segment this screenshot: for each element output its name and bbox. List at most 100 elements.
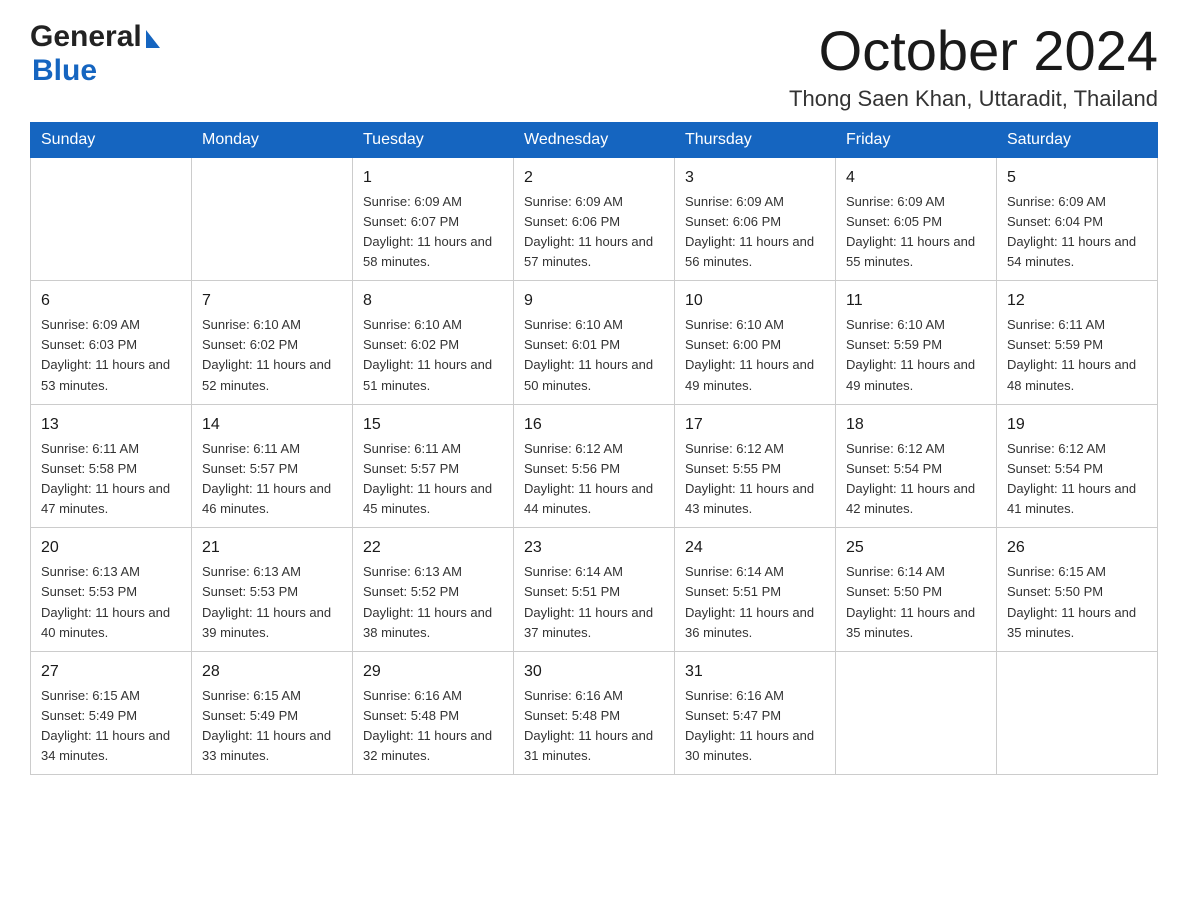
calendar-cell: 18Sunrise: 6:12 AMSunset: 5:54 PMDayligh…	[836, 404, 997, 528]
calendar-week-4: 20Sunrise: 6:13 AMSunset: 5:53 PMDayligh…	[31, 528, 1158, 652]
day-info: Sunrise: 6:09 AMSunset: 6:06 PMDaylight:…	[524, 192, 664, 273]
day-info: Sunrise: 6:12 AMSunset: 5:54 PMDaylight:…	[1007, 439, 1147, 520]
location-title: Thong Saen Khan, Uttaradit, Thailand	[789, 86, 1158, 112]
day-info: Sunrise: 6:10 AMSunset: 6:01 PMDaylight:…	[524, 315, 664, 396]
calendar-cell: 25Sunrise: 6:14 AMSunset: 5:50 PMDayligh…	[836, 528, 997, 652]
day-info: Sunrise: 6:13 AMSunset: 5:52 PMDaylight:…	[363, 562, 503, 643]
calendar-week-3: 13Sunrise: 6:11 AMSunset: 5:58 PMDayligh…	[31, 404, 1158, 528]
day-number: 3	[685, 166, 825, 190]
calendar-week-2: 6Sunrise: 6:09 AMSunset: 6:03 PMDaylight…	[31, 281, 1158, 405]
day-number: 2	[524, 166, 664, 190]
month-title: October 2024	[789, 20, 1158, 82]
day-number: 17	[685, 413, 825, 437]
calendar-cell: 7Sunrise: 6:10 AMSunset: 6:02 PMDaylight…	[192, 281, 353, 405]
calendar-cell: 11Sunrise: 6:10 AMSunset: 5:59 PMDayligh…	[836, 281, 997, 405]
calendar-cell	[31, 157, 192, 281]
day-info: Sunrise: 6:12 AMSunset: 5:56 PMDaylight:…	[524, 439, 664, 520]
day-info: Sunrise: 6:14 AMSunset: 5:50 PMDaylight:…	[846, 562, 986, 643]
calendar-cell: 31Sunrise: 6:16 AMSunset: 5:47 PMDayligh…	[675, 651, 836, 775]
logo: General Blue	[30, 20, 160, 88]
calendar-cell: 17Sunrise: 6:12 AMSunset: 5:55 PMDayligh…	[675, 404, 836, 528]
calendar-cell: 16Sunrise: 6:12 AMSunset: 5:56 PMDayligh…	[514, 404, 675, 528]
calendar-cell: 3Sunrise: 6:09 AMSunset: 6:06 PMDaylight…	[675, 157, 836, 281]
day-number: 11	[846, 289, 986, 313]
day-info: Sunrise: 6:15 AMSunset: 5:49 PMDaylight:…	[41, 686, 181, 767]
day-info: Sunrise: 6:10 AMSunset: 6:00 PMDaylight:…	[685, 315, 825, 396]
day-number: 4	[846, 166, 986, 190]
calendar-cell	[192, 157, 353, 281]
day-info: Sunrise: 6:09 AMSunset: 6:07 PMDaylight:…	[363, 192, 503, 273]
calendar-cell: 23Sunrise: 6:14 AMSunset: 5:51 PMDayligh…	[514, 528, 675, 652]
logo-general-text: General	[30, 20, 142, 54]
day-info: Sunrise: 6:09 AMSunset: 6:05 PMDaylight:…	[846, 192, 986, 273]
day-number: 6	[41, 289, 181, 313]
day-info: Sunrise: 6:11 AMSunset: 5:57 PMDaylight:…	[202, 439, 342, 520]
calendar-cell: 12Sunrise: 6:11 AMSunset: 5:59 PMDayligh…	[997, 281, 1158, 405]
logo-chevron-icon	[146, 30, 160, 48]
page-header: General Blue October 2024 Thong Saen Kha…	[30, 20, 1158, 112]
day-number: 7	[202, 289, 342, 313]
day-info: Sunrise: 6:10 AMSunset: 6:02 PMDaylight:…	[363, 315, 503, 396]
calendar-cell: 4Sunrise: 6:09 AMSunset: 6:05 PMDaylight…	[836, 157, 997, 281]
logo-blue-text: Blue	[30, 54, 97, 87]
calendar-cell: 26Sunrise: 6:15 AMSunset: 5:50 PMDayligh…	[997, 528, 1158, 652]
calendar-cell: 8Sunrise: 6:10 AMSunset: 6:02 PMDaylight…	[353, 281, 514, 405]
day-number: 5	[1007, 166, 1147, 190]
calendar-cell: 27Sunrise: 6:15 AMSunset: 5:49 PMDayligh…	[31, 651, 192, 775]
day-number: 29	[363, 660, 503, 684]
day-number: 22	[363, 536, 503, 560]
weekday-header-saturday: Saturday	[997, 122, 1158, 157]
calendar-cell: 5Sunrise: 6:09 AMSunset: 6:04 PMDaylight…	[997, 157, 1158, 281]
day-number: 30	[524, 660, 664, 684]
day-info: Sunrise: 6:15 AMSunset: 5:49 PMDaylight:…	[202, 686, 342, 767]
day-number: 31	[685, 660, 825, 684]
day-number: 16	[524, 413, 664, 437]
calendar-week-5: 27Sunrise: 6:15 AMSunset: 5:49 PMDayligh…	[31, 651, 1158, 775]
day-number: 28	[202, 660, 342, 684]
calendar-cell: 22Sunrise: 6:13 AMSunset: 5:52 PMDayligh…	[353, 528, 514, 652]
day-info: Sunrise: 6:16 AMSunset: 5:48 PMDaylight:…	[524, 686, 664, 767]
day-info: Sunrise: 6:11 AMSunset: 5:57 PMDaylight:…	[363, 439, 503, 520]
day-info: Sunrise: 6:09 AMSunset: 6:04 PMDaylight:…	[1007, 192, 1147, 273]
day-number: 21	[202, 536, 342, 560]
weekday-header-wednesday: Wednesday	[514, 122, 675, 157]
weekday-header-sunday: Sunday	[31, 122, 192, 157]
day-number: 19	[1007, 413, 1147, 437]
day-number: 23	[524, 536, 664, 560]
day-info: Sunrise: 6:09 AMSunset: 6:06 PMDaylight:…	[685, 192, 825, 273]
calendar-cell: 9Sunrise: 6:10 AMSunset: 6:01 PMDaylight…	[514, 281, 675, 405]
day-number: 15	[363, 413, 503, 437]
day-number: 27	[41, 660, 181, 684]
day-number: 1	[363, 166, 503, 190]
calendar-cell: 30Sunrise: 6:16 AMSunset: 5:48 PMDayligh…	[514, 651, 675, 775]
day-info: Sunrise: 6:10 AMSunset: 5:59 PMDaylight:…	[846, 315, 986, 396]
day-info: Sunrise: 6:10 AMSunset: 6:02 PMDaylight:…	[202, 315, 342, 396]
day-info: Sunrise: 6:16 AMSunset: 5:47 PMDaylight:…	[685, 686, 825, 767]
calendar-week-1: 1Sunrise: 6:09 AMSunset: 6:07 PMDaylight…	[31, 157, 1158, 281]
day-number: 13	[41, 413, 181, 437]
title-block: October 2024 Thong Saen Khan, Uttaradit,…	[789, 20, 1158, 112]
calendar-cell: 24Sunrise: 6:14 AMSunset: 5:51 PMDayligh…	[675, 528, 836, 652]
calendar-cell: 19Sunrise: 6:12 AMSunset: 5:54 PMDayligh…	[997, 404, 1158, 528]
day-number: 14	[202, 413, 342, 437]
day-info: Sunrise: 6:12 AMSunset: 5:55 PMDaylight:…	[685, 439, 825, 520]
day-number: 26	[1007, 536, 1147, 560]
day-info: Sunrise: 6:13 AMSunset: 5:53 PMDaylight:…	[202, 562, 342, 643]
day-info: Sunrise: 6:14 AMSunset: 5:51 PMDaylight:…	[524, 562, 664, 643]
day-number: 24	[685, 536, 825, 560]
calendar-cell: 21Sunrise: 6:13 AMSunset: 5:53 PMDayligh…	[192, 528, 353, 652]
day-number: 25	[846, 536, 986, 560]
calendar-cell: 14Sunrise: 6:11 AMSunset: 5:57 PMDayligh…	[192, 404, 353, 528]
weekday-header-monday: Monday	[192, 122, 353, 157]
day-info: Sunrise: 6:09 AMSunset: 6:03 PMDaylight:…	[41, 315, 181, 396]
day-number: 10	[685, 289, 825, 313]
day-info: Sunrise: 6:14 AMSunset: 5:51 PMDaylight:…	[685, 562, 825, 643]
calendar-cell: 29Sunrise: 6:16 AMSunset: 5:48 PMDayligh…	[353, 651, 514, 775]
calendar-cell: 28Sunrise: 6:15 AMSunset: 5:49 PMDayligh…	[192, 651, 353, 775]
day-info: Sunrise: 6:13 AMSunset: 5:53 PMDaylight:…	[41, 562, 181, 643]
calendar-cell	[836, 651, 997, 775]
day-info: Sunrise: 6:11 AMSunset: 5:58 PMDaylight:…	[41, 439, 181, 520]
day-number: 8	[363, 289, 503, 313]
day-info: Sunrise: 6:15 AMSunset: 5:50 PMDaylight:…	[1007, 562, 1147, 643]
calendar-cell: 6Sunrise: 6:09 AMSunset: 6:03 PMDaylight…	[31, 281, 192, 405]
